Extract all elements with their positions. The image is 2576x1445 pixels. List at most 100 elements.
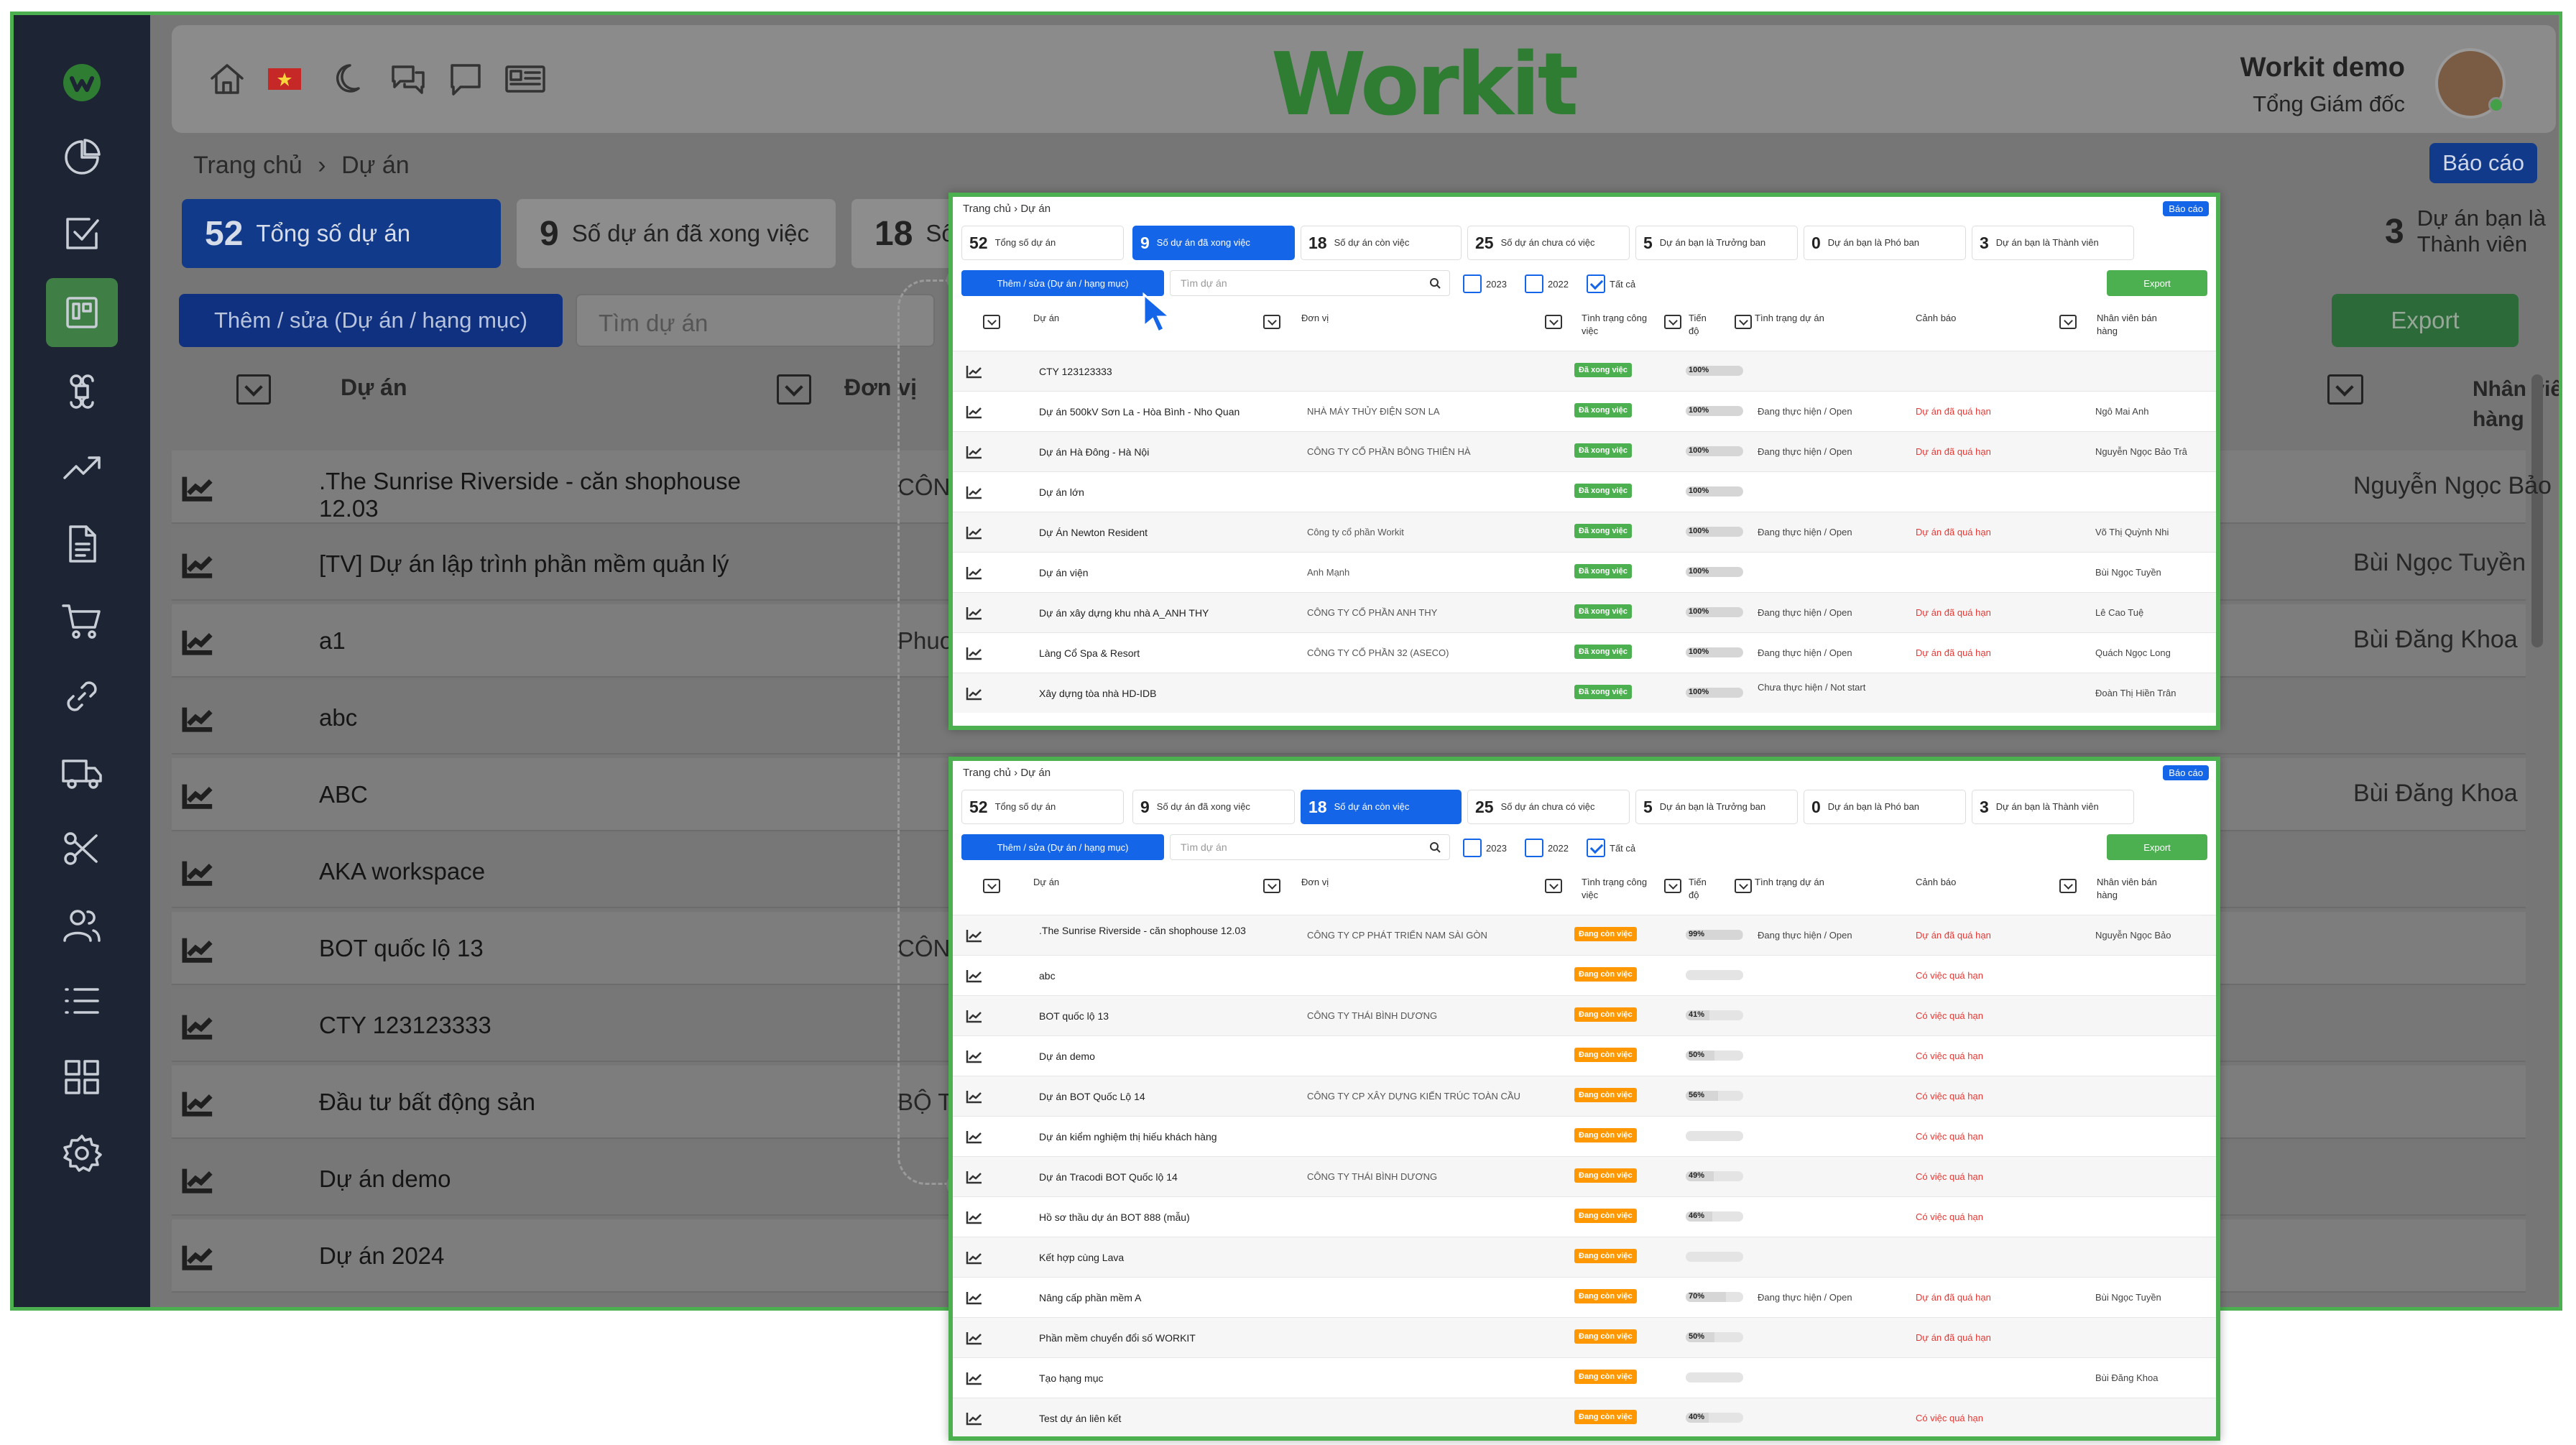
stat-card[interactable]: 5 Dự án bạn là Trưởng ban <box>1635 790 1798 824</box>
table-row[interactable]: Kết hợp cùng Lava Đang còn việc <box>953 1237 2216 1277</box>
year-filter-2023[interactable]: 2023 <box>1463 274 1507 293</box>
table-row[interactable]: .The Sunrise Riverside - căn shophouse 1… <box>953 915 2216 955</box>
column-header-progress[interactable]: Tiến độ <box>1689 312 1717 338</box>
trend-chart-icon[interactable] <box>182 1089 215 1117</box>
trend-chart-icon[interactable] <box>966 485 983 499</box>
column-toggle-checkbox[interactable] <box>236 374 271 405</box>
year-filter-all[interactable]: Tất cả <box>1587 274 1635 293</box>
export-button[interactable]: Export <box>2332 294 2519 347</box>
trend-chart-icon[interactable] <box>182 550 215 579</box>
project-name[interactable]: Đầu tư bất động sản <box>319 1089 779 1116</box>
table-row[interactable]: Xây dựng tòa nhà HD-IDB Đã xong việc 100% C… <box>953 673 2216 713</box>
column-header-sales[interactable]: Nhân viên bán hàng <box>2097 312 2176 338</box>
trend-chart-icon[interactable] <box>182 627 215 656</box>
stat-card[interactable]: 18 Số dự án còn việc <box>1301 226 1462 260</box>
stat-card[interactable]: 52 Tổng số dự án <box>961 790 1124 824</box>
project-name[interactable]: Test dự án liên kết <box>1039 1413 1305 1424</box>
column-header-unit[interactable]: Đơn vị <box>1301 876 1329 889</box>
trending-up-icon[interactable] <box>46 433 118 502</box>
trend-chart-icon[interactable] <box>182 474 215 502</box>
stat-total-projects[interactable]: 52 Tổng số dự án <box>182 199 501 268</box>
add-project-button[interactable]: Thêm / sửa (Dự án / hạng mục) <box>961 270 1164 296</box>
project-name[interactable]: .The Sunrise Riverside - căn shophouse 1… <box>319 468 779 522</box>
column-header-sales[interactable]: Nhân viên bán hàng <box>2473 374 2559 435</box>
table-row[interactable]: Phần mềm chuyển đổi số WORKIT Đang còn vi… <box>953 1317 2216 1357</box>
trend-chart-icon[interactable] <box>182 781 215 810</box>
project-name[interactable]: Dự án BOT Quốc Lộ 14 <box>1039 1091 1305 1102</box>
table-row[interactable]: Dự án Hà Đông - Hà Nội CÔNG TY CỔ PHẦN BÔ… <box>953 431 2216 471</box>
table-row[interactable]: Dự án kiểm nghiệm thị hiếu khách hàng Đan… <box>953 1116 2216 1156</box>
project-name[interactable]: Hồ sơ thầu dự án BOT 888 (mẫu) <box>1039 1211 1305 1223</box>
project-name[interactable]: AKA workspace <box>319 858 779 885</box>
project-name[interactable]: Phần mềm chuyển đổi số WORKIT <box>1039 1332 1305 1344</box>
search-input[interactable]: Tìm dự án <box>1170 270 1450 296</box>
stat-card[interactable]: 25 Số dự án chưa có việc <box>1467 790 1630 824</box>
add-project-button[interactable]: Thêm / sửa (Dự án / hạng mục) <box>179 294 563 347</box>
trend-chart-icon[interactable] <box>182 935 215 964</box>
trend-chart-icon[interactable] <box>966 646 983 660</box>
trend-chart-icon[interactable] <box>966 525 983 540</box>
trend-chart-icon[interactable] <box>966 1009 983 1023</box>
trend-chart-icon[interactable] <box>966 445 983 459</box>
stat-card[interactable]: 9 Số dự án đã xong việc <box>1132 226 1295 260</box>
table-row[interactable]: Hồ sơ thầu dự án BOT 888 (mẫu) Đang còn v… <box>953 1196 2216 1237</box>
year-filter-2023[interactable]: 2023 <box>1463 839 1507 857</box>
table-row[interactable]: Dự án Tracodi BOT Quốc lộ 14 CÔNG TY THÁI… <box>953 1156 2216 1196</box>
settings-gear-icon[interactable] <box>46 1119 118 1188</box>
chat-bubbles-icon[interactable] <box>389 60 428 98</box>
column-toggle-checkbox[interactable] <box>2059 315 2077 329</box>
trend-chart-icon[interactable] <box>966 364 983 379</box>
trend-chart-icon[interactable] <box>966 1331 983 1345</box>
project-name[interactable]: Dự án demo <box>1039 1051 1305 1062</box>
trend-chart-icon[interactable] <box>182 704 215 733</box>
project-name[interactable]: Làng Cổ Spa & Resort <box>1039 647 1305 659</box>
project-name[interactable]: abc <box>1039 970 1305 982</box>
trend-chart-icon[interactable] <box>966 969 983 983</box>
trend-chart-icon[interactable] <box>966 1371 983 1385</box>
year-filter-all[interactable]: Tất cả <box>1587 839 1635 857</box>
project-name[interactable]: Dự án lớn <box>1039 486 1305 498</box>
stat-card[interactable]: 25 Số dự án chưa có việc <box>1467 226 1630 260</box>
trend-chart-icon[interactable] <box>182 1165 215 1194</box>
column-header-unit[interactable]: Đơn vị <box>1301 312 1329 325</box>
table-row[interactable]: BOT quốc lộ 13 CÔNG TY THÁI BÌNH DƯƠNG Đan… <box>953 995 2216 1035</box>
stat-card[interactable]: 5 Dự án bạn là Trưởng ban <box>1635 226 1798 260</box>
column-header-project[interactable]: Dự án <box>341 374 407 401</box>
home-icon[interactable] <box>208 60 246 98</box>
stat-card[interactable]: 9 Số dự án đã xong việc <box>1132 790 1295 824</box>
column-toggle-checkbox[interactable] <box>1735 879 1752 893</box>
stat-card[interactable]: 0 Dự án bạn là Phó ban <box>1804 226 1966 260</box>
trend-chart-icon[interactable] <box>966 686 983 701</box>
project-name[interactable]: [TV] Dự án lập trình phần mềm quản lý <box>319 550 779 578</box>
stat-card[interactable]: 52 Tổng số dự án <box>961 226 1124 260</box>
project-name[interactable]: Dự án Tracodi BOT Quốc lộ 14 <box>1039 1171 1305 1183</box>
vietnam-flag-icon[interactable] <box>265 60 304 98</box>
table-row[interactable]: Dự án viện Anh Mạnh Đã xong việc 100% Bùi Ng… <box>953 552 2216 592</box>
column-toggle-checkbox[interactable] <box>1664 315 1681 329</box>
column-header-status[interactable]: Tình trạng công việc <box>1582 312 1661 338</box>
apps-grid-icon[interactable] <box>46 1043 118 1112</box>
table-row[interactable]: Làng Cổ Spa & Resort CÔNG TY CỔ PHẦN 32 (… <box>953 632 2216 673</box>
column-header-progress[interactable]: Tiến độ <box>1689 876 1717 902</box>
project-name[interactable]: Xây dựng tòa nhà HD-IDB <box>1039 688 1305 699</box>
trend-chart-icon[interactable] <box>966 1411 983 1426</box>
project-name[interactable]: Tạo hạng mục <box>1039 1372 1305 1384</box>
add-project-button[interactable]: Thêm / sửa (Dự án / hạng mục) <box>961 834 1164 860</box>
truck-icon[interactable] <box>46 738 118 807</box>
search-icon[interactable] <box>1429 841 1441 853</box>
search-input[interactable]: Tìm dự án <box>1170 834 1450 860</box>
news-icon[interactable] <box>504 60 547 98</box>
trend-chart-icon[interactable] <box>966 1089 983 1104</box>
column-header-project_status[interactable]: Tình trạng dự án <box>1755 876 1824 889</box>
cart-icon[interactable] <box>46 586 118 655</box>
stat-done-projects[interactable]: 9 Số dự án đã xong việc <box>517 199 836 268</box>
trend-chart-icon[interactable] <box>182 858 215 887</box>
avatar[interactable] <box>2435 48 2506 119</box>
search-icon[interactable] <box>1429 277 1441 289</box>
column-header-warning[interactable]: Cảnh báo <box>1916 312 1956 325</box>
export-button[interactable]: Export <box>2107 834 2207 860</box>
column-toggle-checkbox[interactable] <box>1664 879 1681 893</box>
breadcrumb-home[interactable]: Trang chủ <box>193 152 303 179</box>
column-header-project[interactable]: Dự án <box>1033 876 1059 889</box>
command-icon[interactable] <box>46 357 118 426</box>
